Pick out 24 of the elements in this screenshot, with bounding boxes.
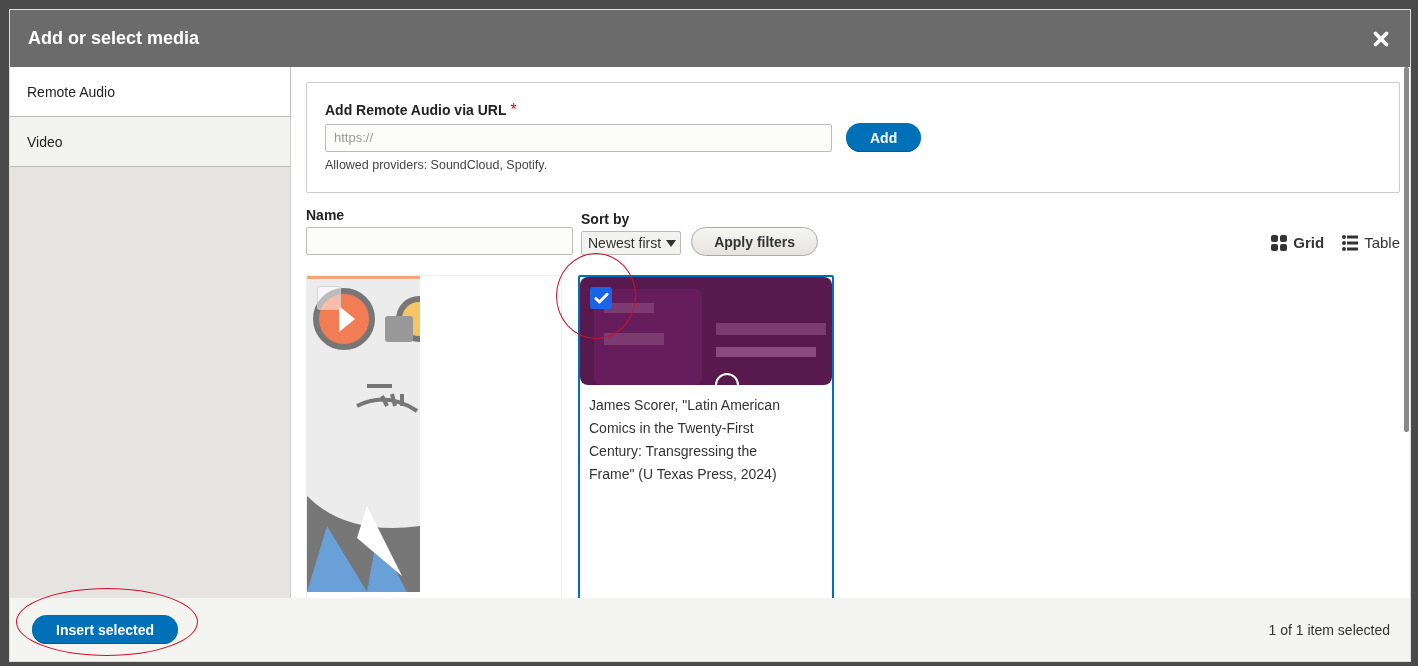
media-type-tab[interactable]: Video (10, 117, 290, 167)
select-checkbox[interactable] (317, 286, 341, 310)
url-field[interactable]: https:// (325, 123, 832, 152)
selection-status: 1 of 1 item selected (1268, 621, 1390, 638)
media-caption: James Scorer, "Latin American Comics in the Twenty-First Century: Transgressing the Frame" (U Texas Press, 2024) (588, 396, 781, 484)
apply-filters-button[interactable]: Apply filters (691, 227, 819, 256)
grid-icon (1271, 234, 1288, 251)
name-field[interactable] (306, 227, 573, 255)
sort-select[interactable]: Newest first (581, 231, 682, 255)
add-button[interactable]: Add (846, 123, 922, 152)
help-text: Allowed providers: SoundCloud, Spotify. (325, 158, 549, 172)
required-mark: * (510, 101, 517, 118)
media-type-tab[interactable]: Remote Audio (10, 67, 290, 117)
url-label: Add Remote Audio via URL (325, 102, 507, 118)
insert-selected-button[interactable]: Insert selected (32, 615, 179, 644)
list-icon (1342, 234, 1359, 251)
view-toggle[interactable]: Table (1342, 234, 1400, 251)
media-card[interactable] (306, 275, 562, 598)
dialog-title: Add or select media (28, 28, 200, 49)
name-label: Name (306, 207, 346, 223)
view-toggle[interactable]: Grid (1271, 234, 1325, 251)
media-card[interactable]: James Scorer, "Latin American Comics in the Twenty-First Century: Transgressing the Frame" (U Texas Press, 2024) (578, 275, 834, 598)
select-checkbox[interactable] (590, 287, 612, 309)
sort-label: Sort by (581, 211, 631, 227)
